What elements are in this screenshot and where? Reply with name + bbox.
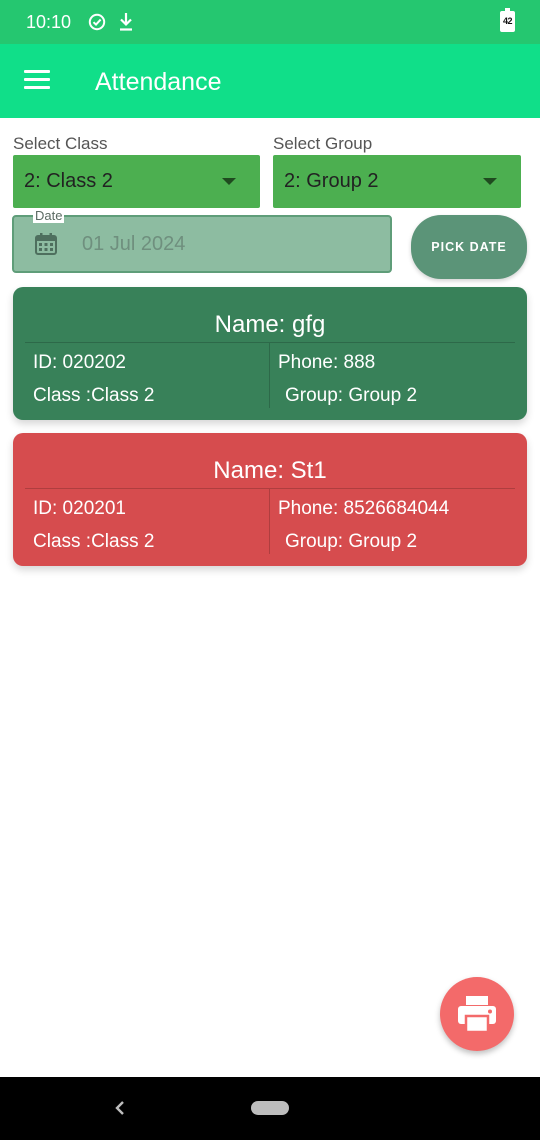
screen: 10:10 42 Attendance Select Class 2: Clas… [0,0,540,1140]
battery-icon: 42 [500,8,515,32]
class-dropdown[interactable]: 2: Class 2 [13,155,260,208]
student-id: ID: 020201 [33,498,126,519]
class-dropdown-value: 2: Class 2 [24,170,113,192]
navigation-bar [0,1077,540,1140]
group-dropdown[interactable]: 2: Group 2 [273,155,521,208]
student-group: Group: Group 2 [285,531,418,552]
status-time: 10:10 [26,12,72,32]
date-value: 01 Jul 2024 [82,233,186,255]
student-phone: Phone: 8526684044 [278,498,450,519]
card-divider [269,489,270,554]
student-group: Group: Group 2 [285,385,418,406]
battery-level: 42 [502,16,513,26]
pick-date-button[interactable]: PICK DATE [411,215,527,279]
status-bar: 10:10 42 [0,0,540,44]
student-name: Name: St1 [213,457,327,484]
card-divider [269,343,270,408]
date-label: Date [33,208,65,223]
select-group-label: Select Group [273,134,373,153]
app-bar: Attendance [0,44,540,118]
pick-date-label: PICK DATE [431,240,507,254]
select-class-label: Select Class [13,134,108,153]
card-divider [25,342,515,343]
student-card[interactable]: Name: gfg ID: 020202 Phone: 888 Class :C… [13,287,527,420]
home-pill-button[interactable] [251,1101,289,1115]
page-title: Attendance [95,68,222,96]
check-circle-icon [88,13,106,31]
student-class: Class :Class 2 [33,385,155,406]
calendar-icon [35,233,57,255]
back-icon[interactable] [110,1097,130,1119]
student-class: Class :Class 2 [33,531,155,552]
group-dropdown-value: 2: Group 2 [284,170,379,192]
download-icon [120,13,132,31]
print-button[interactable] [440,977,514,1051]
student-card[interactable]: Name: St1 ID: 020201 Phone: 8526684044 C… [13,433,527,566]
chevron-down-icon [483,178,497,185]
student-id: ID: 020202 [33,352,126,373]
chevron-down-icon [222,178,236,185]
student-phone: Phone: 888 [278,352,376,373]
menu-icon[interactable] [24,70,50,90]
print-icon [458,996,496,1034]
date-field[interactable]: 01 Jul 2024 [12,215,392,273]
card-divider [25,488,515,489]
student-name: Name: gfg [214,311,326,338]
